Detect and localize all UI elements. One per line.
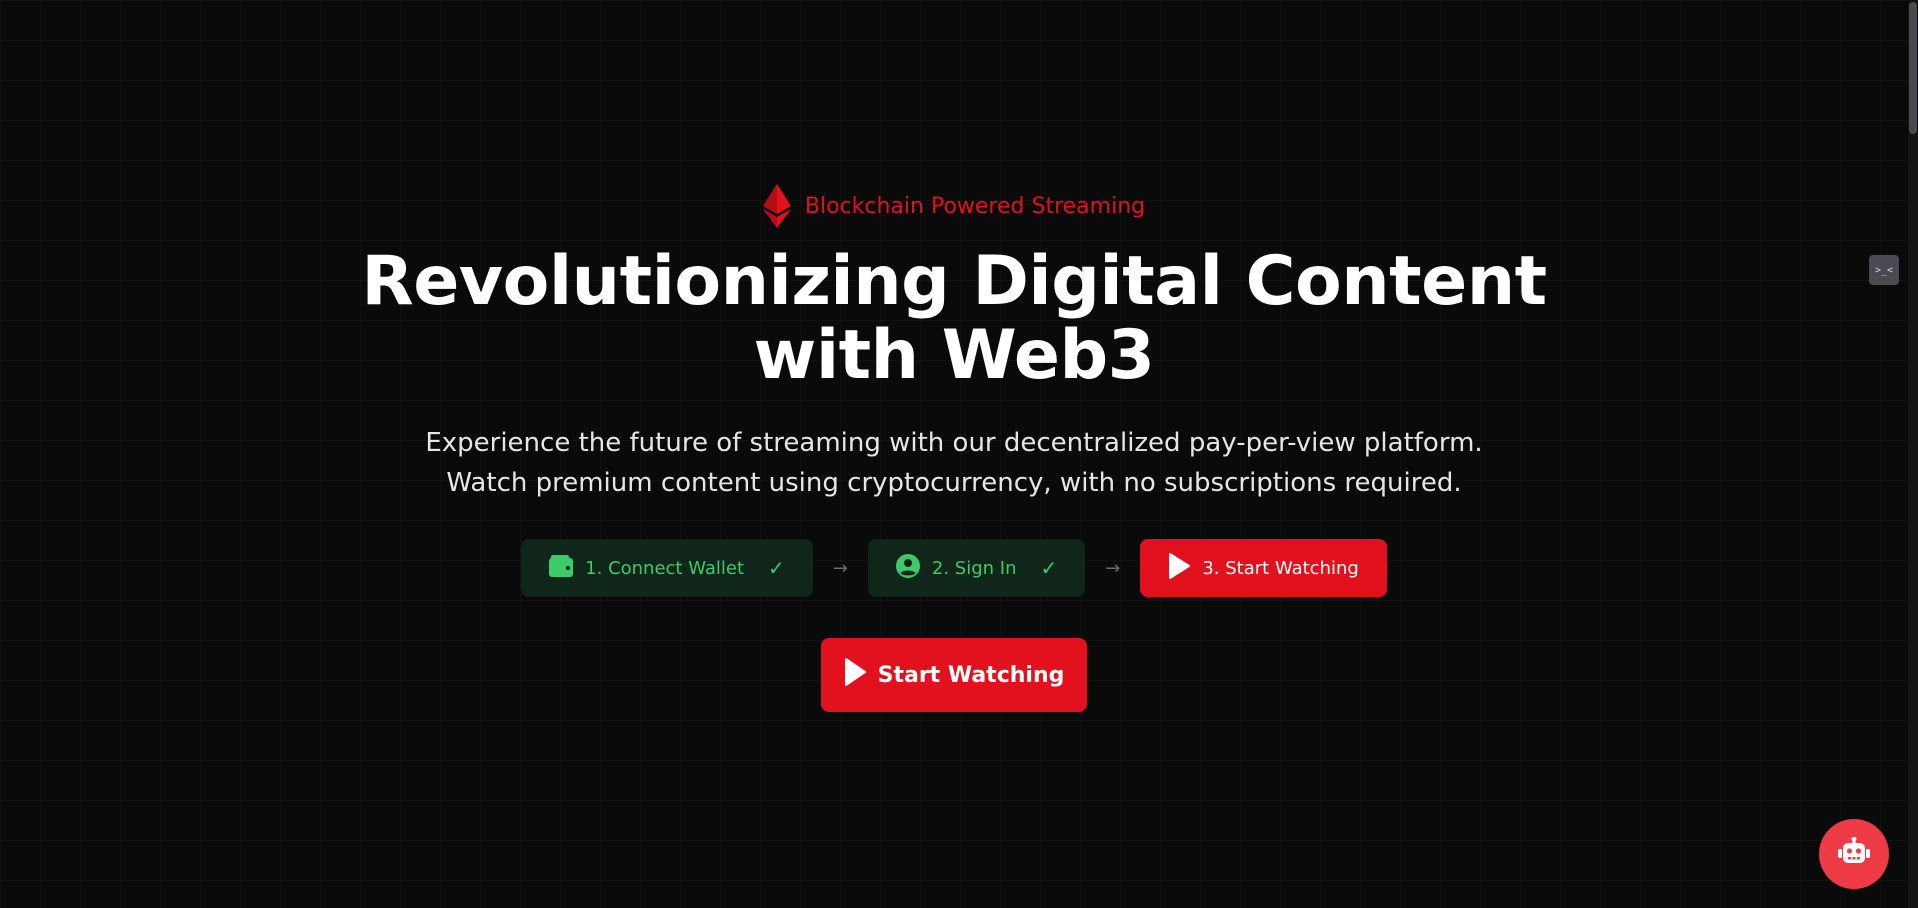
step-start-watching[interactable]: 3. Start Watching (1140, 539, 1387, 597)
hero-badge: Blockchain Powered Streaming (762, 183, 1146, 229)
scrollbar-thumb[interactable] (1909, 2, 1917, 134)
arrow-right-icon: → (1105, 557, 1121, 579)
browser-extension-widget[interactable]: >_< (1869, 255, 1899, 285)
user-circle-icon (895, 553, 920, 583)
hero-subtitle-line2: Watch premium content using cryptocurren… (446, 468, 1462, 498)
play-icon (844, 658, 866, 692)
hero-headline-line1: Revolutionizing Digital Content (361, 242, 1547, 321)
hero-headline: Revolutionizing Digital Content with Web… (354, 245, 1554, 393)
start-watching-button[interactable]: Start Watching (821, 638, 1087, 712)
check-icon: ✓ (768, 556, 785, 580)
page: Blockchain Powered Streaming Revolutioni… (0, 0, 1918, 908)
play-icon (1168, 552, 1191, 584)
ethereum-icon (762, 184, 791, 228)
step-start-watching-label: 3. Start Watching (1202, 557, 1359, 579)
hero-subtitle-line1: Experience the future of streaming with … (425, 428, 1483, 458)
page-scrollbar[interactable] (1908, 0, 1918, 908)
hero-section: Blockchain Powered Streaming Revolutioni… (0, 0, 1908, 712)
start-watching-button-label: Start Watching (877, 662, 1065, 688)
robot-icon (1838, 836, 1870, 871)
hero-subtitle: Experience the future of streaming with … (394, 423, 1514, 503)
hero-headline-line2: with Web3 (753, 316, 1155, 395)
step-connect-wallet-label: 1. Connect Wallet (585, 557, 745, 579)
step-connect-wallet[interactable]: 1. Connect Wallet ✓ (521, 539, 813, 597)
step-sign-in-label: 2. Sign In (931, 557, 1017, 579)
arrow-right-icon: → (832, 557, 848, 579)
step-sign-in[interactable]: 2. Sign In ✓ (867, 539, 1086, 597)
onboarding-steps: 1. Connect Wallet ✓ → 2. Sign In ✓ → 3. … (521, 539, 1387, 597)
chatbot-button[interactable] (1819, 819, 1889, 889)
hero-badge-text: Blockchain Powered Streaming (804, 193, 1146, 219)
check-icon: ✓ (1040, 556, 1058, 580)
wallet-icon (549, 554, 574, 582)
